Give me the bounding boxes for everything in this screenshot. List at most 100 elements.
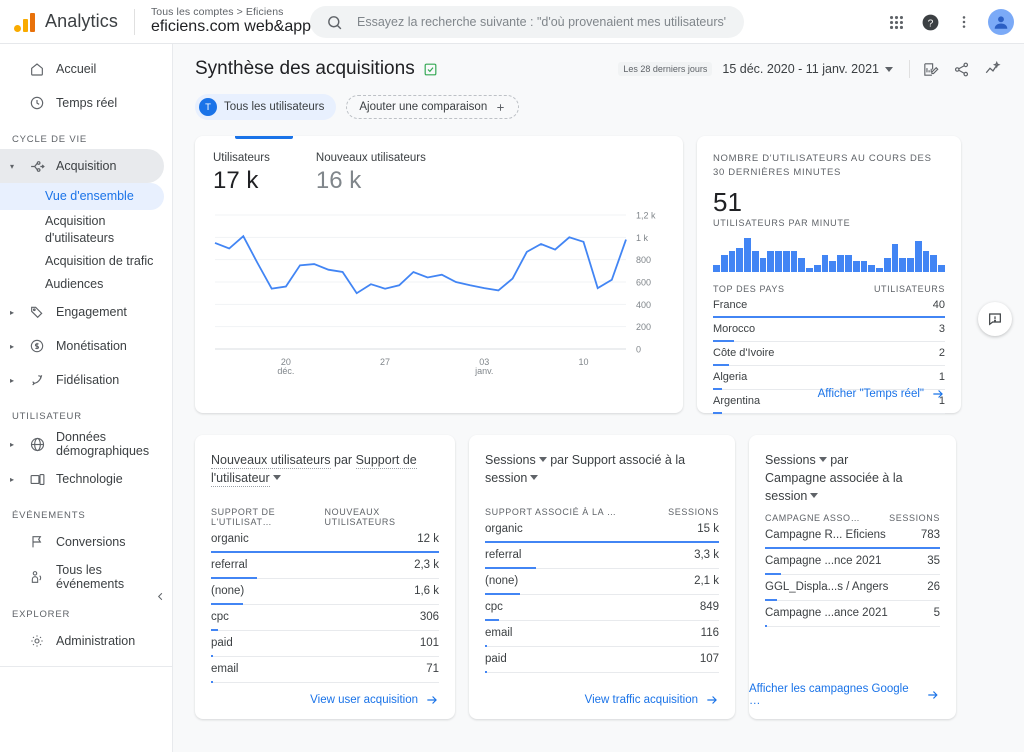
- col-header-dimension: CAMPAGNE ASSO…: [765, 513, 861, 524]
- table-row[interactable]: Algeria 1: [713, 366, 945, 390]
- row-value: 12 k: [417, 533, 439, 546]
- table-row[interactable]: paid 101: [211, 631, 439, 658]
- title-metric[interactable]: Nouveaux utilisateurs: [211, 453, 331, 469]
- sidebar-item-technologie[interactable]: ▸ Technologie: [0, 462, 164, 496]
- realtime-bar: [938, 264, 945, 272]
- link-label: Afficher les campagnes Google …: [749, 683, 909, 707]
- row-name: Morocco: [713, 322, 756, 335]
- account-selector[interactable]: Tous les comptes > Eficiens eficiens.com…: [151, 6, 325, 36]
- row-name: paid: [211, 637, 233, 650]
- sidebar-item-monetisation[interactable]: ▸ Monétisation: [0, 329, 164, 363]
- date-preset-chip: Les 28 derniers jours: [618, 62, 713, 76]
- chevron-down-icon[interactable]: [538, 457, 547, 462]
- title-mid: par: [550, 453, 569, 467]
- add-comparison-button[interactable]: Ajouter une comparaison: [346, 95, 520, 119]
- feedback-button[interactable]: [978, 302, 1012, 336]
- google-campaigns-link[interactable]: Afficher les campagnes Google …: [749, 683, 940, 707]
- table-row[interactable]: referral 2,3 k: [211, 553, 439, 580]
- table-row[interactable]: France 40: [713, 294, 945, 318]
- row-name: (none): [211, 585, 245, 598]
- flag-icon: [28, 533, 46, 551]
- table-row[interactable]: Côte d'Ivoire 2: [713, 342, 945, 366]
- audience-pill-tous-les-utilisateurs[interactable]: T Tous les utilisateurs: [195, 94, 337, 120]
- more-vertical-icon[interactable]: [956, 14, 972, 30]
- sidebar-item-tous-les-evenements[interactable]: Tous les événements: [0, 559, 164, 595]
- table-row[interactable]: referral 3,3 k: [485, 543, 719, 570]
- table-row[interactable]: Campagne ...nce 2021 35: [765, 549, 940, 576]
- user-medium-title[interactable]: Nouveaux utilisateurs par Support de l'u…: [211, 451, 439, 488]
- chevron-down-icon[interactable]: [272, 475, 281, 481]
- col-header-metric: SESSIONS: [889, 513, 940, 524]
- table-row[interactable]: (none) 1,6 k: [211, 579, 439, 606]
- sidebar-item-temps-reel[interactable]: Temps réel: [0, 86, 164, 120]
- realtime-link[interactable]: Afficher "Temps réel": [818, 387, 945, 401]
- title-metric[interactable]: Sessions: [765, 453, 816, 467]
- session-medium-title[interactable]: Sessions par Support associé à la sessio…: [485, 451, 719, 487]
- edit-comparison-icon[interactable]: [922, 61, 939, 78]
- table-row[interactable]: Morocco 3: [713, 318, 945, 342]
- campaign-title[interactable]: Sessions par Campagne associée à la sess…: [765, 451, 940, 505]
- table-row[interactable]: cpc 306: [211, 605, 439, 632]
- table-row[interactable]: email 71: [211, 657, 439, 684]
- table-row[interactable]: Campagne ...ance 2021 5: [765, 601, 940, 628]
- sidebar-subitem-vue-densemble[interactable]: Vue d'ensemble: [0, 183, 164, 210]
- card-tab-indicator[interactable]: [235, 136, 293, 139]
- row-value: 2,1 k: [694, 575, 719, 588]
- metric-nouveaux-utilisateurs[interactable]: Nouveaux utilisateurs 16 k: [316, 152, 426, 195]
- sidebar-item-label: Acquisition: [56, 159, 117, 173]
- sidebar-item-accueil[interactable]: Accueil: [0, 52, 164, 86]
- row-value: 2,3 k: [414, 559, 439, 572]
- realtime-value: 51: [713, 186, 742, 217]
- chevron-down-icon[interactable]: [530, 475, 539, 481]
- table-row[interactable]: email 116: [485, 621, 719, 648]
- sidebar-subitem-acquisition-de-trafic[interactable]: Acquisition de trafic: [0, 250, 164, 273]
- sidebar-subitem-acquisition-dutilisateurs[interactable]: Acquisition d'utilisateurs: [0, 210, 164, 250]
- table-row[interactable]: Campagne R... Eficiens 783: [765, 523, 940, 550]
- share-icon[interactable]: [953, 61, 970, 78]
- col-header-users: UTILISATEURS: [873, 283, 945, 294]
- realtime-bar: [728, 251, 736, 272]
- search-bar[interactable]: [310, 6, 744, 38]
- help-icon[interactable]: ?: [921, 13, 940, 32]
- row-value: 849: [699, 601, 719, 614]
- sidebar-item-engagement[interactable]: ▸ Engagement: [0, 295, 164, 329]
- table-row[interactable]: organic 15 k: [485, 517, 719, 544]
- chevron-down-icon[interactable]: [810, 493, 819, 499]
- table-row[interactable]: paid 107: [485, 647, 719, 674]
- sidebar-item-donnees-demographiques[interactable]: ▸ Données démographiques: [0, 426, 164, 462]
- sidebar-item-acquisition[interactable]: ▾ Acquisition: [0, 149, 164, 183]
- sidebar-item-conversions[interactable]: Conversions: [0, 525, 164, 559]
- chevron-down-icon[interactable]: [818, 457, 827, 462]
- title-metric[interactable]: Sessions: [485, 453, 536, 467]
- sidebar-subitem-audiences[interactable]: Audiences: [0, 273, 164, 296]
- realtime-bar: [720, 254, 728, 272]
- svg-text:déc.: déc.: [277, 366, 294, 376]
- link-label: View traffic acquisition: [584, 694, 698, 706]
- sidebar-collapse-button[interactable]: [148, 584, 172, 608]
- user-acquisition-link[interactable]: View user acquisition: [310, 693, 439, 707]
- table-row[interactable]: cpc 849: [485, 595, 719, 622]
- insights-check-icon[interactable]: [423, 62, 438, 77]
- sidebar-item-fidelisation[interactable]: ▸ Fidélisation: [0, 363, 164, 397]
- realtime-bar: [891, 244, 899, 272]
- apps-grid-icon[interactable]: [888, 14, 905, 31]
- sidebar-section-cycle-de-vie: CYCLE DE VIE: [12, 134, 88, 145]
- session-medium-rows: organic 15 k referral 3,3 k (none) 2,1 k cpc 84…: [485, 517, 719, 674]
- session-medium-table-header: SUPPORT ASSOCIÉ À LA … SESSIONS: [485, 507, 719, 517]
- metric-utilisateurs[interactable]: Utilisateurs 17 k: [213, 152, 270, 195]
- title-dimension[interactable]: Campagne associée à la session: [765, 471, 903, 503]
- sidebar-item-administration[interactable]: Administration: [0, 624, 164, 658]
- avatar[interactable]: [988, 9, 1014, 35]
- table-row[interactable]: (none) 2,1 k: [485, 569, 719, 596]
- users-line-chart[interactable]: 0 200 400 600 800 1 k 1,2 k 20 déc. 27 03 janv. 10: [213, 209, 665, 384]
- table-row[interactable]: organic 12 k: [211, 527, 439, 554]
- traffic-acquisition-link[interactable]: View traffic acquisition: [585, 693, 719, 707]
- row-name: Campagne ...nce 2021: [765, 555, 882, 568]
- search-input[interactable]: [355, 14, 728, 30]
- date-range-picker[interactable]: 15 déc. 2020 - 11 janv. 2021: [722, 62, 893, 76]
- row-name: Campagne ...ance 2021: [765, 607, 888, 620]
- insights-icon[interactable]: [984, 60, 1002, 78]
- line-chart-svg: 02004006008001 k1,2 k20déc.27 03janv.10: [214, 211, 656, 376]
- table-row[interactable]: GGL_Displa...s / Angers 26: [765, 575, 940, 602]
- top-right-actions: ?: [888, 0, 1014, 44]
